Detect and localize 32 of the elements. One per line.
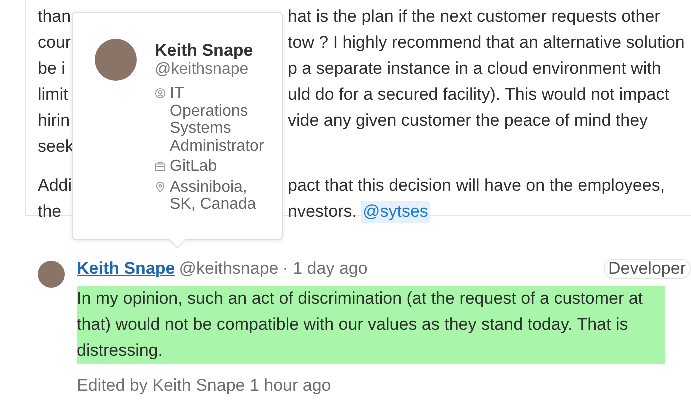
briefcase-icon bbox=[155, 161, 166, 172]
comment-text: the bbox=[38, 201, 62, 223]
comment-text: limit bbox=[38, 84, 68, 106]
user-name: Keith Snape bbox=[155, 41, 254, 61]
comment-time: · 1 day ago bbox=[282, 258, 368, 280]
location: Assiniboia, SK, Canada bbox=[170, 178, 258, 214]
user-handle: @keithsnape bbox=[155, 61, 250, 79]
avatar-placeholder[interactable] bbox=[38, 261, 65, 288]
author-handle: @keithsnape bbox=[179, 258, 279, 280]
location-pin-icon bbox=[155, 182, 166, 192]
comment-text: than bbox=[38, 6, 72, 28]
comment-text: be i bbox=[38, 58, 66, 80]
user-mention-link[interactable]: @sytses bbox=[360, 201, 430, 223]
comment-text: hirin bbox=[38, 110, 70, 132]
comment-text: hat is the plan if the next customer requests other bbox=[288, 6, 660, 28]
author-link[interactable]: Keith Snape bbox=[77, 258, 176, 280]
comment-text: cour bbox=[38, 32, 72, 54]
comment-text: p a separate instance in a cloud environment with bbox=[288, 58, 662, 80]
comment-text: tow ? I highly recommend that an alternative solution bbox=[288, 32, 685, 54]
comment-text: vide any given customer the peace of mind they bbox=[288, 110, 648, 132]
role-badge: Developer bbox=[604, 259, 691, 279]
edited-note: Edited by Keith Snape 1 hour ago bbox=[77, 376, 332, 396]
avatar-placeholder bbox=[95, 39, 137, 81]
comment-text: pact that this decision will have on the employees, bbox=[288, 175, 666, 197]
comment-text: seek bbox=[38, 136, 74, 158]
comment-text: Addi bbox=[38, 175, 72, 197]
user-icon bbox=[155, 88, 166, 99]
comment-body: In my opinion, such an act of discrimination (at the request of a customer at that) would not be compatible with our values as they stand today. That is distressing. bbox=[77, 286, 665, 364]
job-title: IT Operations Systems Administrator bbox=[170, 85, 264, 155]
organization: GitLab bbox=[170, 158, 218, 176]
comment-text: nvestors. bbox=[288, 201, 357, 223]
comment-text: uld do for a secured facility). This would not impact bbox=[288, 84, 670, 106]
